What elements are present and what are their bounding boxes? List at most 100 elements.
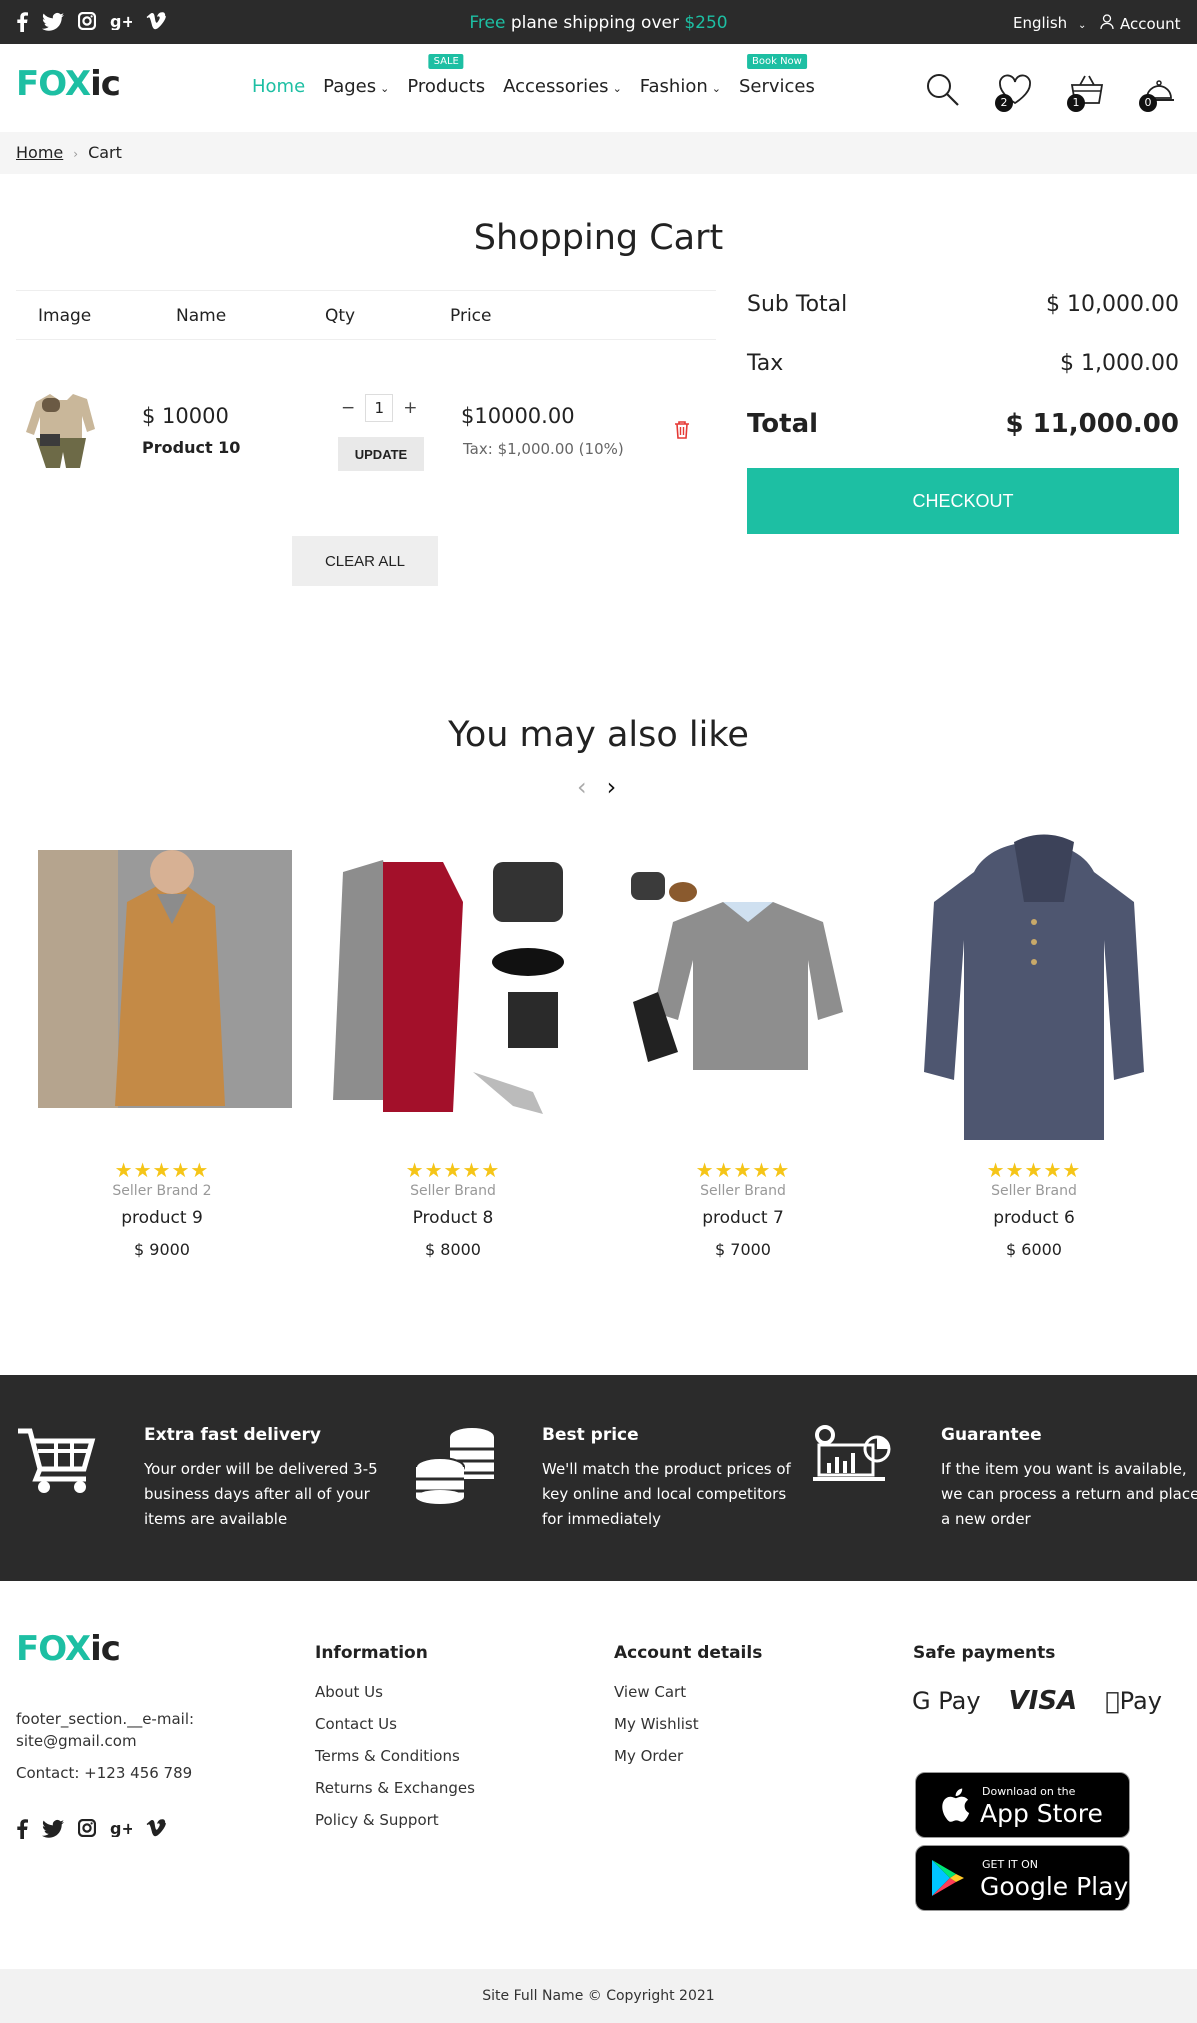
footer-link[interactable]: View Cart (614, 1683, 762, 1701)
product-price: $ 9000 (134, 1240, 190, 1259)
nav-home[interactable]: Home (252, 76, 305, 97)
nav-products-label: Products (407, 76, 486, 97)
main-nav: Home Pages ⌄ SALE Products Accessories ⌄ Fa… (252, 54, 833, 97)
chevron-down-icon: ⌄ (380, 82, 390, 95)
copyright: Site Full Name © Copyright 2021 (0, 1969, 1197, 2023)
clear-all-button[interactable]: CLEAR ALL (292, 536, 438, 586)
site-logo[interactable]: FOXic (16, 64, 121, 104)
footer-link[interactable]: My Wishlist (614, 1715, 762, 1733)
plus-icon[interactable]: + (403, 398, 417, 418)
logo-part-1: FOX (16, 64, 91, 104)
product-brand: Seller Brand (410, 1183, 496, 1199)
facebook-icon[interactable] (16, 1819, 28, 1843)
bell-count: 0 (1139, 94, 1157, 112)
feature-title: Guarantee (941, 1425, 1042, 1445)
col-name: Name (176, 306, 227, 326)
footer-information: Information About Us Contact Us Terms & … (315, 1643, 475, 1843)
vimeo-icon[interactable] (146, 1819, 166, 1843)
chevron-left-icon[interactable]: ‹ (577, 773, 587, 801)
twitter-icon[interactable] (42, 1819, 64, 1843)
footer-link[interactable]: Returns & Exchanges (315, 1779, 475, 1797)
subtotal-row: Sub Total $ 10,000.00 (747, 292, 1179, 317)
logo-part-2: ic (90, 64, 121, 104)
rating-stars: ★★★★★ (695, 1158, 791, 1182)
nav-accessories-label: Accessories (503, 76, 609, 97)
breadcrumb-home[interactable]: Home (16, 143, 63, 162)
breadcrumb: Home › Cart (0, 132, 1197, 174)
footer-link[interactable]: Policy & Support (315, 1811, 475, 1829)
product-name[interactable]: product 9 (27, 1208, 297, 1228)
features-band: Extra fast delivery Your order will be d… (0, 1375, 1197, 1581)
footer-link[interactable]: Contact Us (315, 1715, 475, 1733)
cart-icon (18, 1428, 96, 1493)
product-price: $ 8000 (425, 1240, 481, 1259)
footer-account: Account details View Cart My Wishlist My… (614, 1643, 762, 1779)
footer-link[interactable]: Terms & Conditions (315, 1747, 475, 1765)
quantity-input[interactable]: 1 (365, 394, 394, 422)
total-value: $ 11,000.00 (1005, 409, 1179, 439)
footer-heading: Information (315, 1643, 428, 1663)
product-brand: Seller Brand (991, 1183, 1077, 1199)
product-card-image[interactable] (318, 812, 588, 1142)
nav-accessories[interactable]: Accessories ⌄ (503, 76, 622, 97)
language-selector[interactable]: English ⌄ (1013, 14, 1086, 32)
product-card-image[interactable] (899, 812, 1169, 1142)
footer-link[interactable]: My Order (614, 1747, 762, 1765)
quantity-stepper: − 1 + (341, 394, 418, 422)
feature-text: If the item you want is available, we ca… (941, 1460, 1197, 1528)
nav-services[interactable]: Book Now Services (739, 54, 815, 97)
search-icon[interactable] (925, 72, 961, 108)
account-link[interactable]: Account (1100, 14, 1181, 33)
product-name[interactable]: Product 8 (318, 1208, 588, 1228)
checkout-button[interactable]: CHECKOUT (747, 468, 1179, 534)
product-card-image[interactable] (27, 812, 297, 1142)
minus-icon[interactable]: − (341, 398, 355, 418)
product-price: $ 7000 (715, 1240, 771, 1259)
service-bell-button[interactable]: 0 (1139, 72, 1177, 112)
product-card-image[interactable] (608, 812, 878, 1142)
product-name[interactable]: product 7 (608, 1208, 878, 1228)
account-label: Account (1120, 14, 1181, 33)
nav-products[interactable]: SALE Products (407, 54, 486, 97)
logo-part-2: ic (90, 1629, 121, 1669)
book-now-badge: Book Now (747, 54, 807, 69)
product-name[interactable]: product 6 (899, 1208, 1169, 1228)
footer-social-links: g+ (16, 1818, 166, 1843)
google-pay-logo: G Pay (912, 1687, 981, 1715)
cart-button[interactable]: 1 (1067, 72, 1105, 112)
item-tax: Tax: $1,000.00 (10%) (463, 440, 624, 458)
total-label: Total (747, 409, 819, 439)
app-store-badge[interactable]: Download on the App Store (915, 1772, 1130, 1838)
footer-logo[interactable]: FOXic (16, 1629, 121, 1669)
nav-pages[interactable]: Pages ⌄ (323, 76, 389, 97)
trash-icon[interactable] (674, 420, 690, 443)
google-play-badge[interactable]: GET IT ON Google Play (915, 1845, 1130, 1911)
coins-icon (415, 1428, 494, 1504)
apple-icon:  (1105, 1687, 1119, 1715)
top-bar: g+ Free plane shipping over $250 English… (0, 0, 1197, 44)
apple-pay-label: Pay (1105, 1687, 1162, 1715)
visa-logo: VISA (1008, 1686, 1078, 1716)
cart-count: 1 (1067, 94, 1085, 112)
footer-payments: Safe payments (913, 1643, 1055, 1683)
footer-heading: Safe payments (913, 1643, 1056, 1663)
rating-stars: ★★★★★ (405, 1158, 501, 1182)
chevron-right-icon[interactable]: › (607, 773, 617, 801)
google-play-icon (932, 1860, 964, 1896)
store-small-text: GET IT ON (982, 1858, 1039, 1871)
product-thumbnail[interactable] (22, 390, 100, 474)
footer-link[interactable]: About Us (315, 1683, 475, 1701)
instagram-icon[interactable] (77, 1818, 97, 1843)
nav-fashion[interactable]: Fashion ⌄ (640, 76, 721, 97)
subtotal-value: $ 10,000.00 (1046, 292, 1179, 317)
item-name[interactable]: Product 10 (142, 438, 240, 457)
total-row: Total $ 11,000.00 (747, 409, 1179, 439)
update-button[interactable]: UPDATE (338, 437, 424, 471)
google-plus-icon[interactable]: g+ (110, 1819, 135, 1843)
related-title: You may also like (448, 715, 749, 755)
rating-stars: ★★★★★ (986, 1158, 1082, 1182)
promo-amount: $250 (684, 13, 728, 33)
footer-heading: Account details (614, 1643, 763, 1663)
col-qty: Qty (325, 306, 356, 326)
wishlist-button[interactable]: 2 (995, 72, 1033, 112)
